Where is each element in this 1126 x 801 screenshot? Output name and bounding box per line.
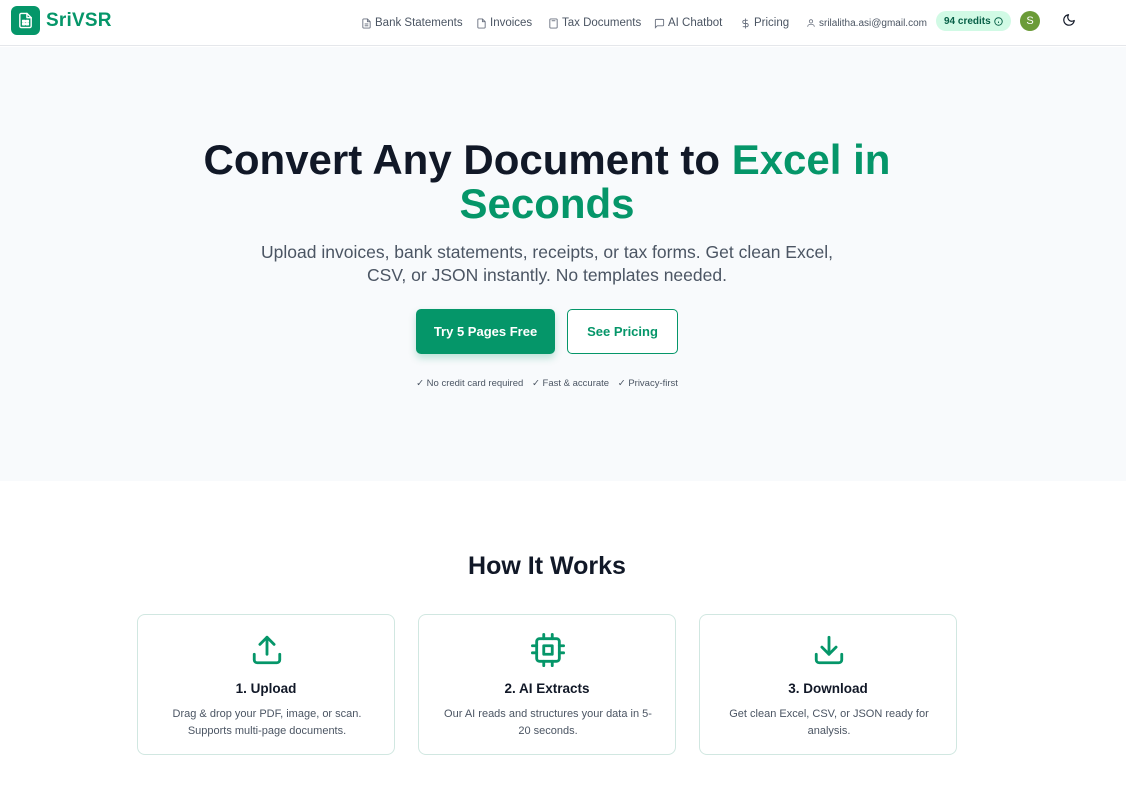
trust-item: ✓ No credit card required	[416, 378, 524, 389]
info-icon	[993, 16, 1003, 26]
message-icon	[654, 18, 665, 29]
user-account-menu[interactable]: srilalitha.asi@gmail.com	[806, 18, 927, 29]
nav-label: Invoices	[490, 17, 533, 29]
cpu-icon	[531, 633, 565, 667]
step-card-download: 3. Download Get clean Excel, CSV, or JSO…	[699, 614, 957, 755]
brand-name: SriVSR	[46, 9, 112, 31]
trust-indicators: ✓ No credit card required ✓ Fast & accur…	[0, 378, 1094, 389]
hero-title-accent: Excel in	[731, 136, 891, 183]
trust-item: ✓ Privacy-first	[617, 378, 678, 389]
step-title: 1. Upload	[235, 681, 297, 696]
nav-label: AI Chatbot	[668, 17, 723, 29]
nav-ai-chatbot[interactable]: AI Chatbot	[654, 17, 722, 29]
nav-label: Tax Documents	[562, 17, 642, 29]
nav-tax-documents[interactable]: Tax Documents	[548, 17, 641, 29]
hero-title: Convert Any Document to Excel in Seconds	[203, 136, 891, 227]
step-description: Drag & drop your PDF, image, or scan. Su…	[172, 708, 362, 737]
calculator-icon	[549, 17, 558, 29]
file-icon	[477, 17, 486, 29]
step-title: 3. Download	[788, 681, 868, 696]
nav-label: Pricing	[754, 17, 790, 29]
upload-icon	[250, 633, 284, 667]
credits-badge[interactable]: 94 credits	[936, 11, 1011, 31]
top-nav-bar: SriVSR Bank Statements Invoices Tax Docu…	[0, 0, 1126, 46]
section-title: How It Works	[468, 552, 626, 580]
spreadsheet-icon	[11, 6, 40, 35]
hero-subtitle: Upload invoices, bank statements, receip…	[261, 242, 833, 285]
dollar-icon	[742, 17, 749, 29]
step-description: Our AI reads and structures your data in…	[444, 708, 652, 737]
user-icon	[807, 19, 815, 27]
brand-logo[interactable]: SriVSR	[11, 6, 112, 35]
see-pricing-button[interactable]: See Pricing	[567, 309, 678, 354]
theme-toggle-moon-icon[interactable]	[1062, 13, 1078, 29]
step-description: Get clean Excel, CSV, or JSON ready for …	[729, 708, 929, 737]
nav-invoices[interactable]: Invoices	[476, 17, 532, 29]
credits-label: 94 credits	[944, 15, 991, 27]
nav-pricing[interactable]: Pricing	[740, 17, 789, 29]
step-card-ai-extracts: 2. AI Extracts Our AI reads and structur…	[418, 614, 676, 755]
hero-section: Convert Any Document to Excel in Seconds…	[0, 47, 1126, 481]
hero-title-accent-2: Seconds	[459, 180, 635, 227]
avatar[interactable]: S	[1020, 11, 1040, 31]
nav-bank-statements[interactable]: Bank Statements	[361, 17, 463, 29]
step-card-upload: 1. Upload Drag & drop your PDF, image, o…	[137, 614, 395, 755]
try-free-button[interactable]: Try 5 Pages Free	[416, 309, 555, 354]
file-text-icon	[362, 17, 371, 29]
trust-item: ✓ Fast & accurate	[531, 378, 610, 389]
nav-label: Bank Statements	[375, 17, 463, 29]
user-email: srilalitha.asi@gmail.com	[819, 17, 927, 29]
step-title: 2. AI Extracts	[504, 681, 590, 696]
download-icon	[812, 633, 846, 667]
